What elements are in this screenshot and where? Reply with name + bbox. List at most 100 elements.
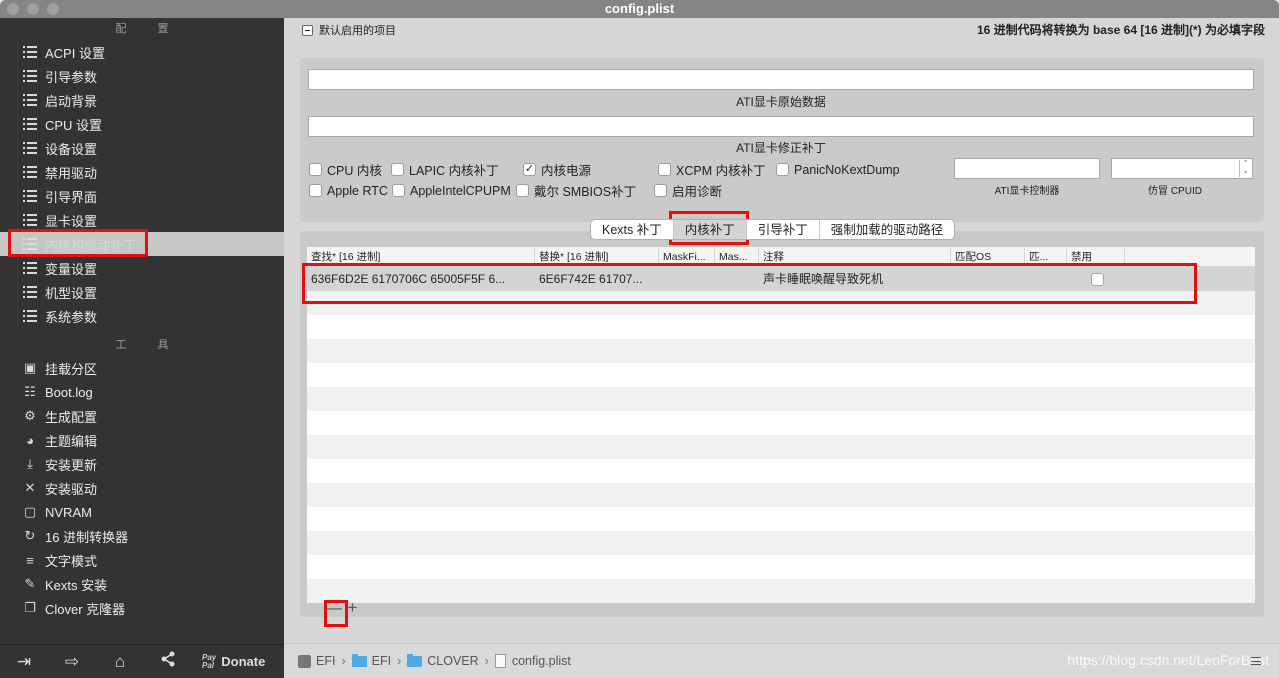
breadcrumb-label: EFI bbox=[316, 654, 336, 668]
sidebar-item[interactable]: 禁用驱动 bbox=[0, 160, 284, 184]
option-checkbox[interactable]: XCPM 内核补丁 bbox=[658, 160, 776, 179]
stepper-icon[interactable]: ⌃ ⌄ bbox=[1239, 160, 1251, 177]
sidebar-tool-item[interactable]: ⤓ 安装更新 bbox=[0, 452, 284, 476]
tab-3[interactable]: 引导补丁 bbox=[747, 220, 820, 239]
checkbox-unchecked[interactable] bbox=[309, 184, 322, 197]
sidebar-item[interactable]: 引导界面 bbox=[0, 184, 284, 208]
cell-mask-find[interactable] bbox=[659, 267, 715, 291]
sidebar-tool-item[interactable]: ✎ Kexts 安装 bbox=[0, 572, 284, 596]
chip-icon: ▢ bbox=[23, 504, 37, 519]
checkbox-row-1: CPU 内核 LAPIC 内核补丁 ✓ 内核电源 XCPM 内核补丁 PanicNoKex… bbox=[309, 160, 909, 179]
checkbox-unchecked[interactable] bbox=[776, 163, 789, 176]
sidebar-item[interactable]: 显卡设置 bbox=[0, 208, 284, 232]
sidebar-tool-item[interactable]: ↻ 16 进制转换器 bbox=[0, 524, 284, 548]
column-header[interactable]: MaskFi... bbox=[659, 247, 715, 266]
option-checkbox[interactable]: CPU 内核 bbox=[309, 160, 391, 179]
ati-connectors-data-caption: ATI显卡原始数据 bbox=[736, 95, 826, 109]
checkbox-unchecked[interactable] bbox=[516, 184, 529, 197]
tab-4[interactable]: 强制加载的驱动路径 bbox=[820, 220, 955, 239]
sidebar-tool-item[interactable]: ≡ 文字模式 bbox=[0, 548, 284, 572]
export-icon[interactable]: ⇨ bbox=[48, 652, 96, 672]
sidebar-tool-item[interactable]: ▣ 挂载分区 bbox=[0, 356, 284, 380]
sidebar-item[interactable]: 系统参数 bbox=[0, 304, 284, 328]
checkbox-unchecked[interactable] bbox=[658, 163, 671, 176]
option-checkbox[interactable]: 戴尔 SMBIOS补丁 bbox=[516, 181, 654, 200]
option-checkbox[interactable]: ✓ 内核电源 bbox=[523, 160, 658, 179]
config-list: ACPI 设置 引导参数启动背景 CPU 设置设备设置禁用驱动 引导界面 显卡设置 内核和… bbox=[0, 40, 284, 328]
collapse-icon[interactable] bbox=[302, 24, 313, 36]
breadcrumb-item[interactable]: CLOVER bbox=[407, 653, 479, 668]
column-header[interactable]: 替换* [16 进制] bbox=[535, 247, 659, 266]
breadcrumb-label: EFI bbox=[371, 654, 392, 668]
sidebar-item[interactable]: ACPI 设置 bbox=[0, 40, 284, 64]
checkbox-unchecked[interactable] bbox=[654, 184, 667, 197]
checkbox-unchecked[interactable] bbox=[309, 163, 322, 176]
ati-controller-field[interactable] bbox=[954, 158, 1100, 179]
column-header[interactable]: 禁用 bbox=[1067, 247, 1125, 266]
add-row-button[interactable]: + bbox=[343, 598, 362, 618]
sidebar-item[interactable]: 内核和驱动补丁 bbox=[0, 232, 284, 256]
sidebar-tool-item[interactable]: ⚙ 生成配置 bbox=[0, 404, 284, 428]
checkbox-unchecked[interactable] bbox=[391, 163, 404, 176]
checkbox-unchecked[interactable] bbox=[392, 184, 405, 197]
cell-match-build[interactable] bbox=[1025, 267, 1067, 291]
breadcrumb-item[interactable]: EFI bbox=[351, 653, 392, 668]
sidebar-item[interactable]: 设备设置 bbox=[0, 136, 284, 160]
sidebar-item-label: 启动背景 bbox=[45, 93, 98, 109]
sidebar-tool-item[interactable]: ☷ Boot.log bbox=[0, 380, 284, 404]
sidebar-tool-item[interactable]: ❐ Clover 克隆器 bbox=[0, 596, 284, 620]
home-icon[interactable]: ⌂ bbox=[96, 652, 144, 672]
menu-icon[interactable] bbox=[1251, 657, 1261, 665]
cell-comment[interactable]: 声卡睡眠唤醒导致死机 bbox=[759, 267, 951, 291]
cell-replace[interactable]: 6E6F742E 61707... bbox=[535, 267, 659, 291]
checkbox-label: 戴尔 SMBIOS补丁 bbox=[534, 185, 637, 199]
table-row[interactable]: 636F6D2E 6170706C 65005F5F 6... 6E6F742E … bbox=[307, 267, 1255, 291]
clone-icon: ❐ bbox=[24, 600, 36, 615]
sidebar-item-label: 设备设置 bbox=[45, 141, 98, 157]
default-items-toggle[interactable]: 默认启用的项目 bbox=[302, 22, 396, 38]
empty-row bbox=[307, 435, 1255, 459]
sidebar-tool-item[interactable]: ◕ 主题编辑 bbox=[0, 428, 284, 452]
option-checkbox[interactable]: Apple RTC bbox=[309, 184, 392, 198]
ati-connectors-patch-field[interactable] bbox=[308, 116, 1254, 137]
column-header[interactable]: 匹... bbox=[1025, 247, 1067, 266]
empty-row bbox=[307, 555, 1255, 579]
checkbox-label: LAPIC 内核补丁 bbox=[409, 164, 499, 178]
option-checkbox[interactable]: AppleIntelCPUPM bbox=[392, 184, 516, 198]
fake-cpuid-field[interactable]: ⌃ ⌄ bbox=[1111, 158, 1253, 179]
share-icon[interactable] bbox=[144, 651, 192, 672]
list-icon bbox=[22, 116, 38, 132]
cell-find[interactable]: 636F6D2E 6170706C 65005F5F 6... bbox=[307, 267, 535, 291]
sidebar-item[interactable]: 机型设置 bbox=[0, 280, 284, 304]
disabled-checkbox[interactable] bbox=[1091, 273, 1104, 286]
column-header[interactable]: 匹配OS bbox=[951, 247, 1025, 266]
sidebar-item[interactable]: CPU 设置 bbox=[0, 112, 284, 136]
tab-2[interactable]: 内核补丁 bbox=[673, 220, 747, 239]
tab-1[interactable]: Kexts 补丁 bbox=[591, 220, 674, 239]
breadcrumb-item[interactable]: config.plist bbox=[494, 654, 571, 668]
ati-connectors-data-field[interactable] bbox=[308, 69, 1254, 90]
import-icon[interactable]: ⇥ bbox=[0, 652, 48, 672]
checkbox-checked[interactable]: ✓ bbox=[523, 163, 536, 176]
tools-section-title: 工 具 bbox=[115, 339, 183, 351]
cell-match-os[interactable] bbox=[951, 267, 1025, 291]
sidebar-item[interactable]: 启动背景 bbox=[0, 88, 284, 112]
sidebar-tool-item[interactable]: ▢ NVRAM bbox=[0, 500, 284, 524]
option-checkbox[interactable]: LAPIC 内核补丁 bbox=[391, 160, 523, 179]
column-header[interactable]: 注释 bbox=[759, 247, 951, 266]
remove-row-button[interactable]: — bbox=[324, 598, 343, 618]
sidebar-tool-item[interactable]: ✕ 安装驱动 bbox=[0, 476, 284, 500]
checkbox-label: 启用诊断 bbox=[672, 185, 723, 199]
option-checkbox[interactable]: PanicNoKextDump bbox=[776, 163, 900, 177]
cell-mask-replace[interactable] bbox=[715, 267, 759, 291]
default-items-label: 默认启用的项目 bbox=[319, 25, 396, 37]
option-checkbox[interactable]: 启用诊断 bbox=[654, 181, 754, 200]
sidebar-item[interactable]: 变量设置 bbox=[0, 256, 284, 280]
breadcrumb-label: CLOVER bbox=[427, 654, 479, 668]
breadcrumb-item[interactable]: EFI bbox=[298, 654, 335, 668]
column-header[interactable]: 查找* [16 进制] bbox=[307, 247, 535, 266]
donate-button[interactable]: Pay Pal Donate bbox=[202, 653, 265, 670]
folder-icon bbox=[351, 653, 367, 667]
sidebar-item[interactable]: 引导参数 bbox=[0, 64, 284, 88]
column-header[interactable]: Mas... bbox=[715, 247, 759, 266]
